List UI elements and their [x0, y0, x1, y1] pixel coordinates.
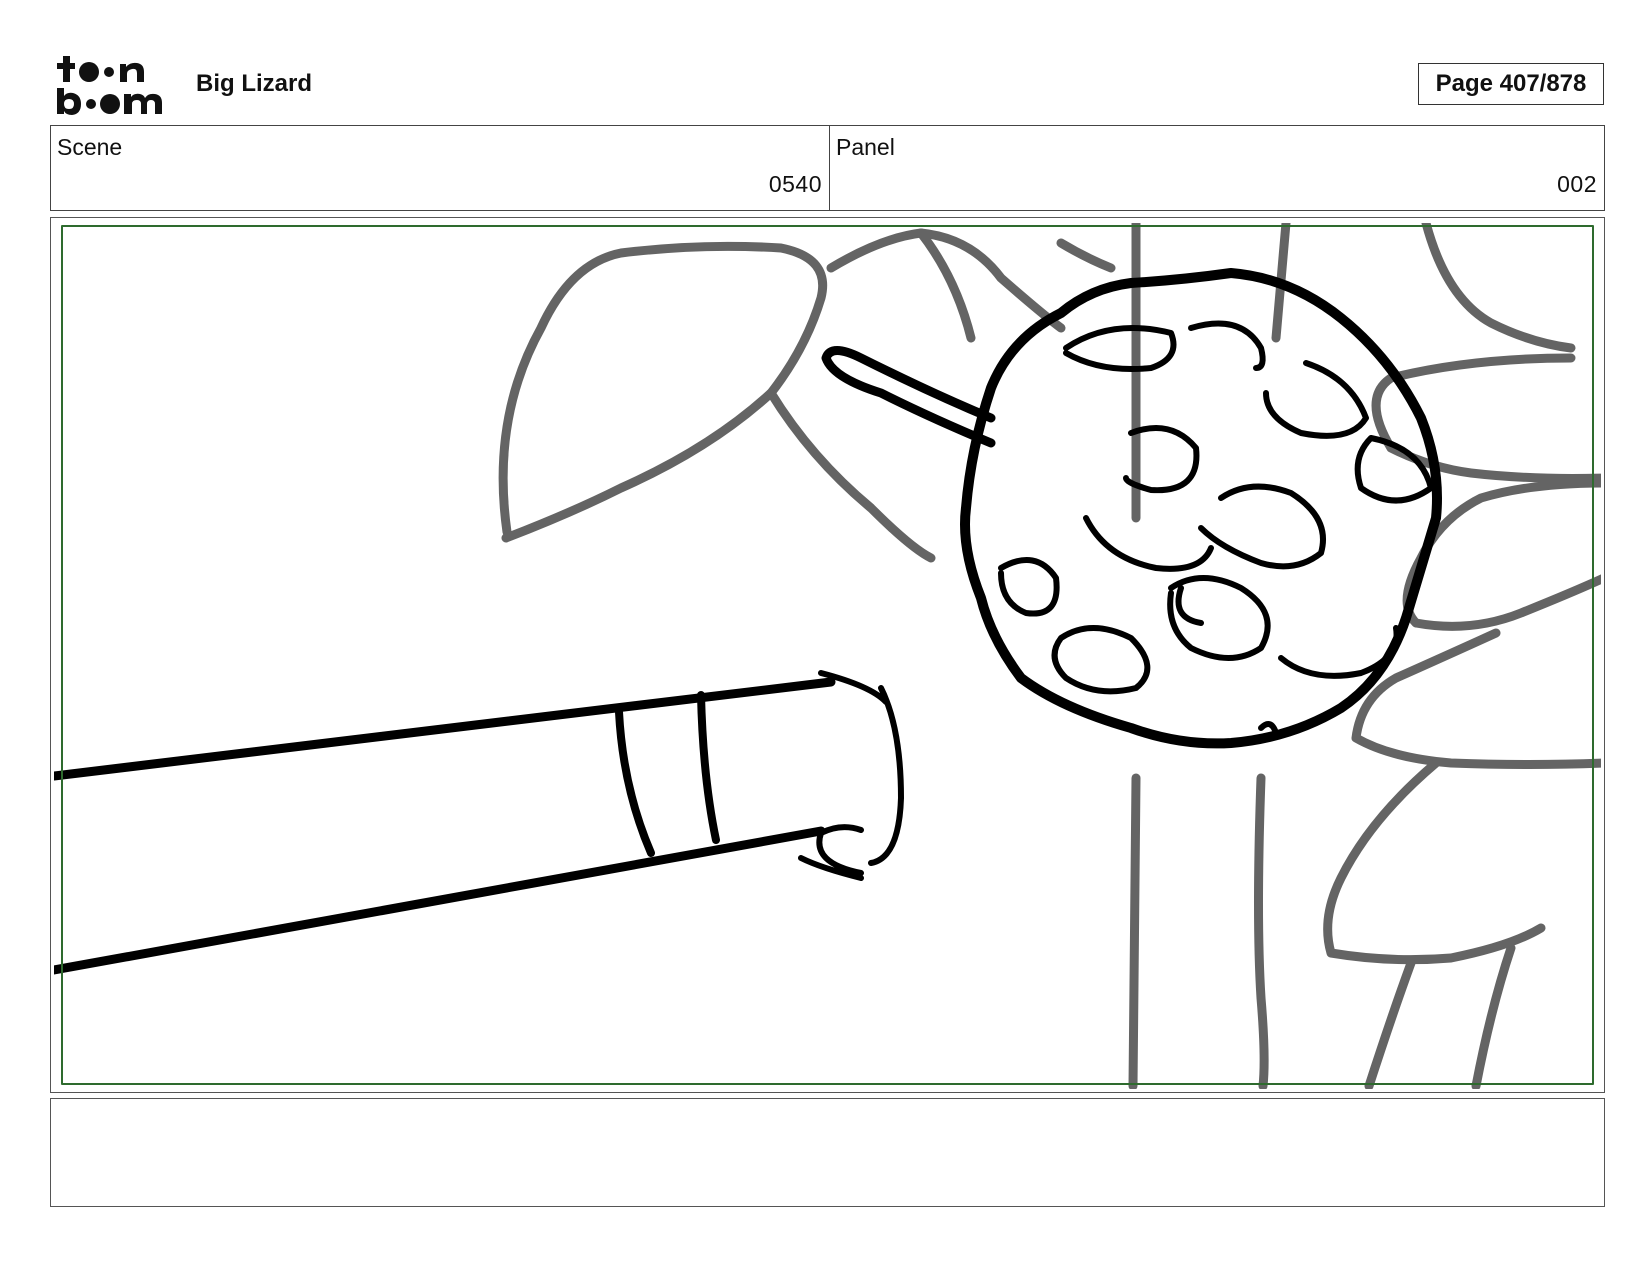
stick-bottom-edge [54, 826, 826, 975]
toon-boom-logo [54, 54, 172, 116]
scene-number: 0540 [768, 171, 822, 197]
foreground-character-sketch [54, 268, 1442, 975]
scene-label: Scene [57, 134, 123, 160]
toon-boom-logo-icon [57, 56, 162, 115]
rock-arm [821, 346, 996, 448]
scene-panel-info: Scene 0540 Panel 002 [50, 125, 1605, 211]
page-indicator-text: Page 407/878 [1435, 70, 1587, 97]
panel-number: 002 [1557, 171, 1597, 197]
scene-cell: Scene 0540 [51, 126, 830, 210]
panel-label: Panel [836, 134, 895, 160]
page-indicator: Page 407/878 [1418, 63, 1604, 105]
project-title: Big Lizard [196, 70, 313, 97]
panel-notes-box [50, 1098, 1605, 1207]
panel-cell: Panel 002 [830, 126, 1604, 210]
storyboard-panel-frame [50, 217, 1605, 1093]
stick-end [798, 670, 904, 881]
stick-top-edge [54, 677, 836, 781]
stick-band [615, 691, 720, 857]
storyboard-sketch [54, 223, 1601, 1089]
rock-spots [998, 320, 1434, 736]
